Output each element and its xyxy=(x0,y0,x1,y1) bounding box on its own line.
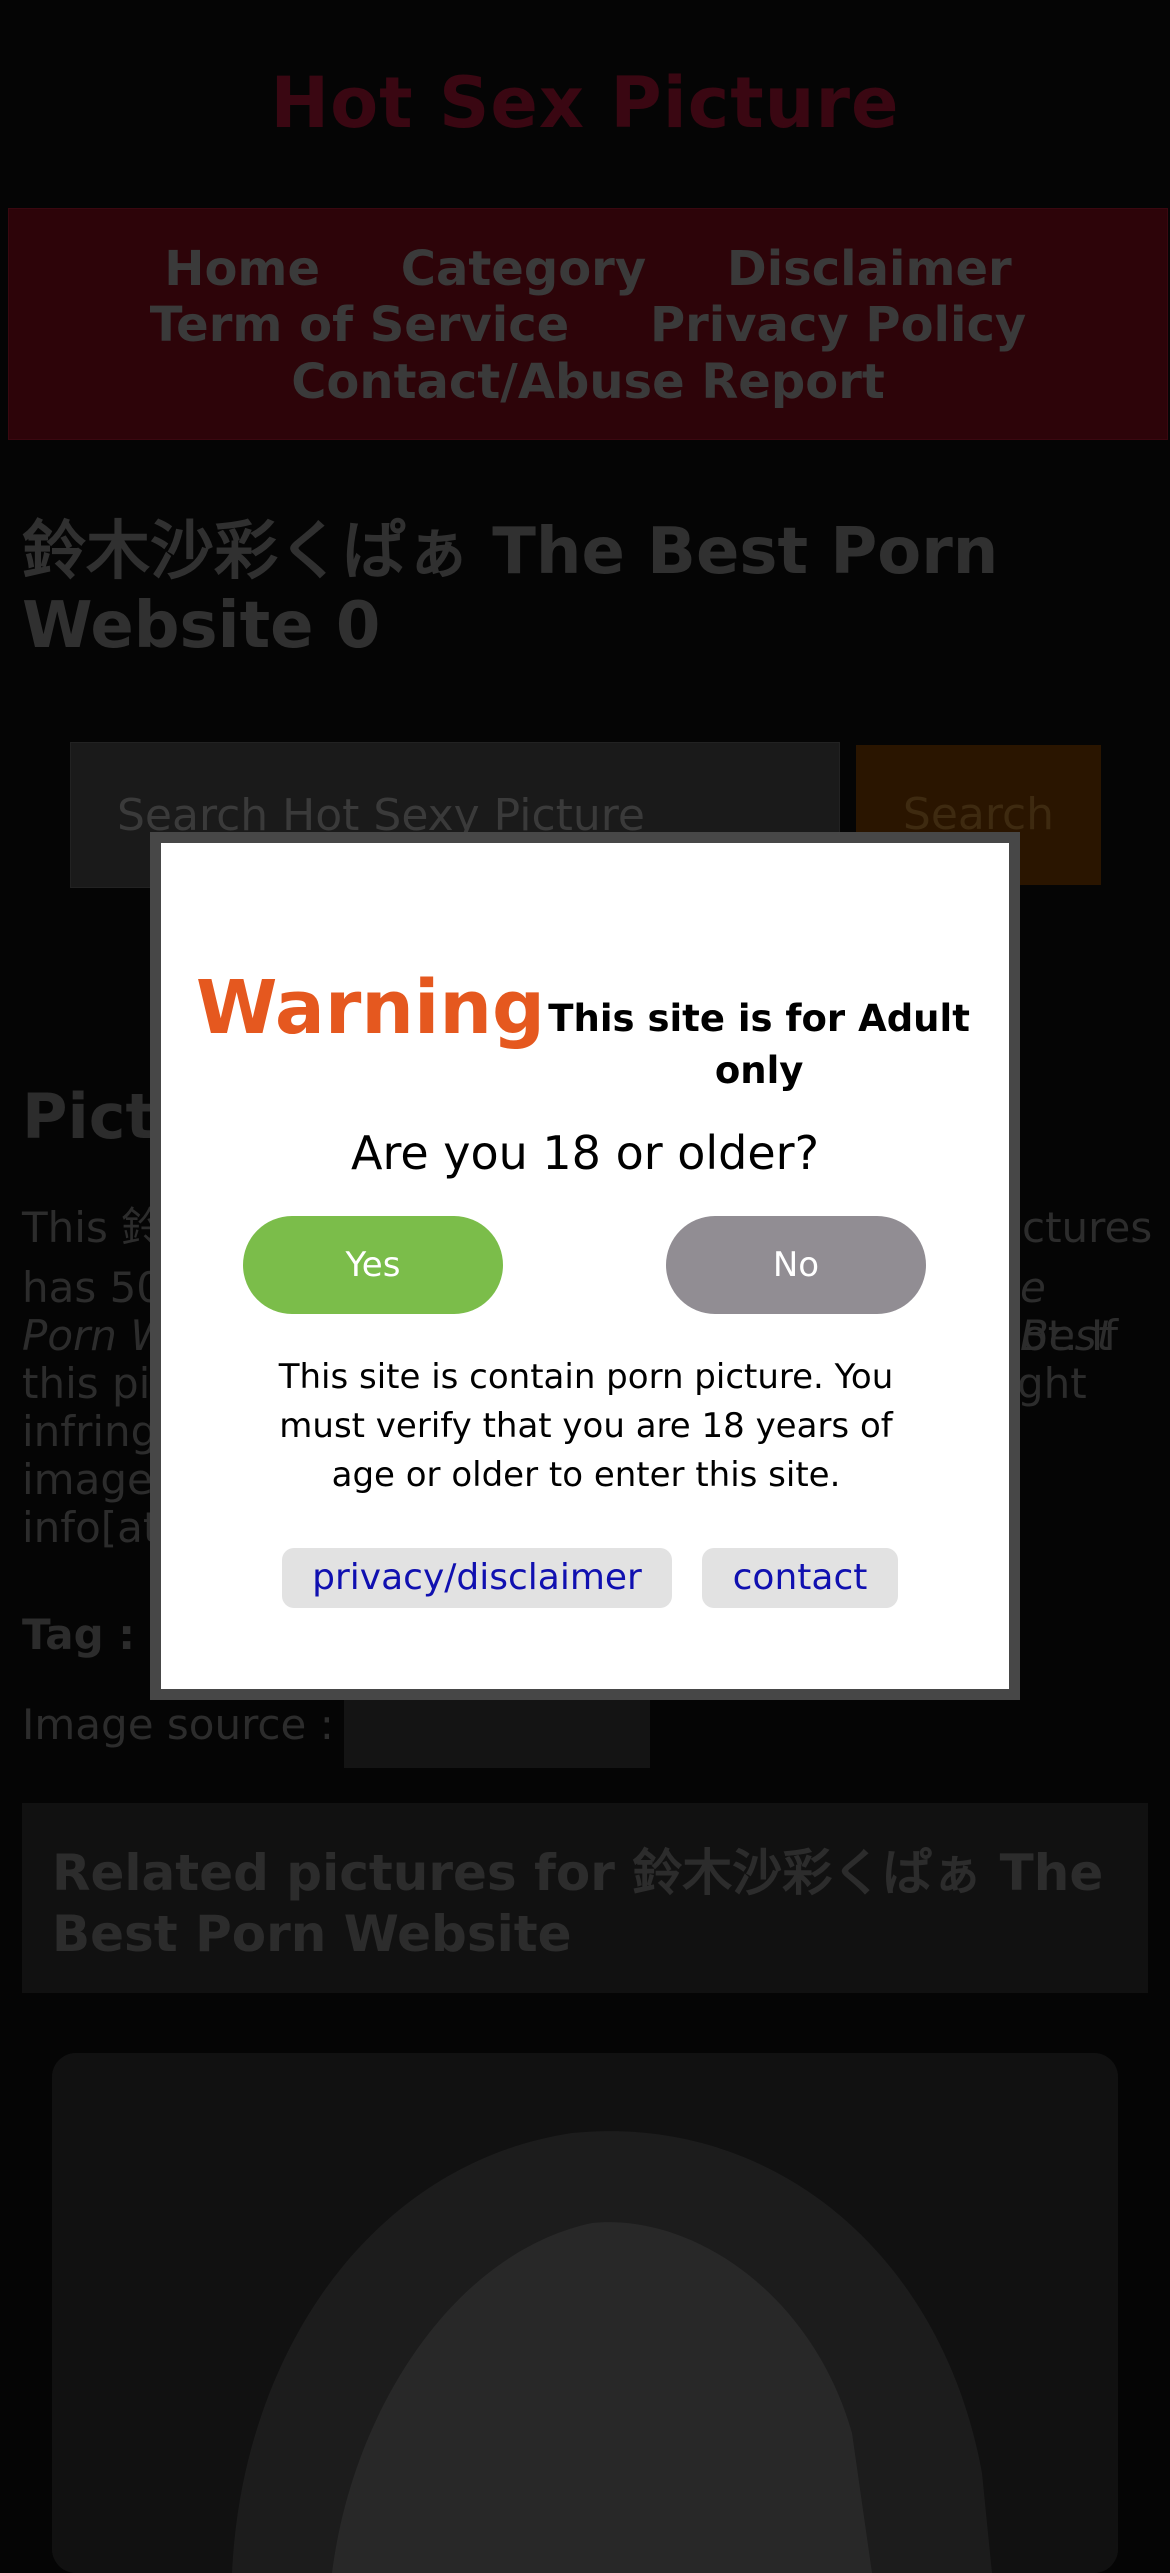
contact-link[interactable]: contact xyxy=(702,1548,898,1608)
privacy-disclaimer-link[interactable]: privacy/disclaimer xyxy=(282,1548,672,1608)
age-notice: This site is contain porn picture. You m… xyxy=(278,1357,894,1495)
warning-heading: Warning This site is for Adult only xyxy=(161,947,1009,1092)
age-question: Are you 18 or older? xyxy=(350,1126,820,1180)
no-button[interactable]: No xyxy=(666,1216,926,1314)
warning-subtitle: This site is for Adult only xyxy=(548,997,970,1092)
yes-button[interactable]: Yes xyxy=(243,1216,503,1314)
age-verification-dialog: Warning This site is for Adult only Are … xyxy=(150,832,1020,1700)
warning-word: Warning xyxy=(195,965,546,1051)
